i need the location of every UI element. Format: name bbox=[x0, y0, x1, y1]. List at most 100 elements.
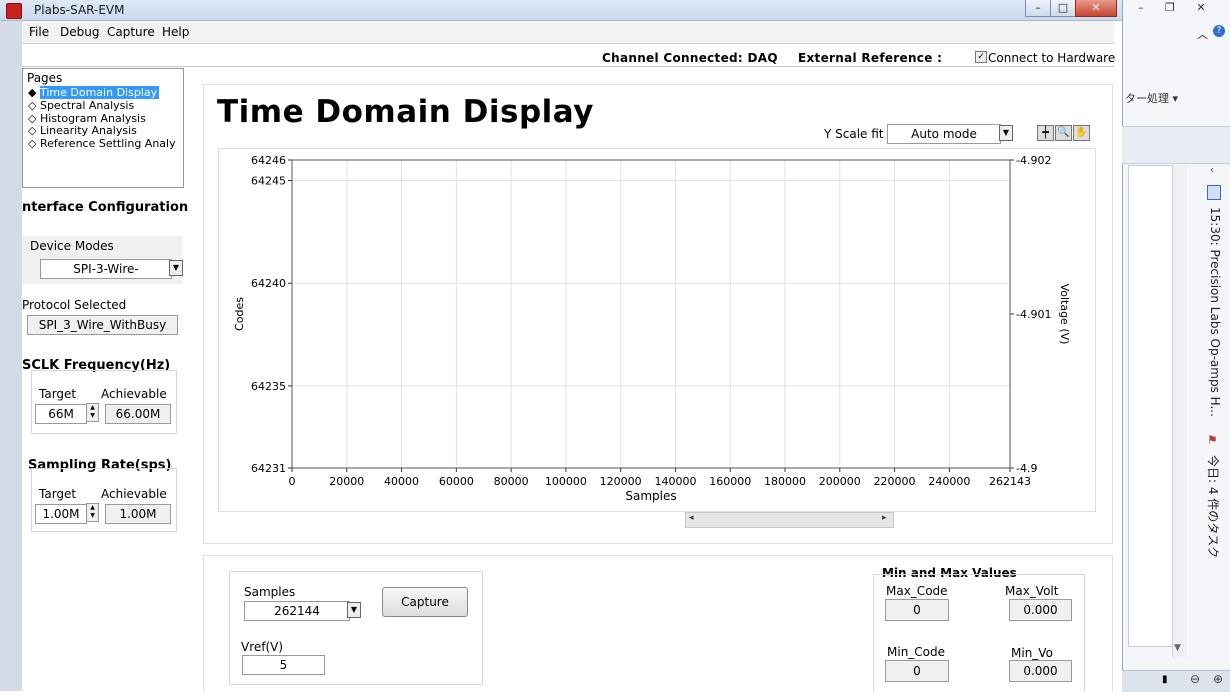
sampling-target-input[interactable]: 1.00M bbox=[35, 504, 87, 524]
max-volt-label: Max_Volt bbox=[1005, 584, 1059, 598]
page-item-label: Histogram Analysis bbox=[39, 111, 146, 125]
page-item[interactable]: ◇ Histogram Analysis bbox=[28, 112, 184, 125]
side-minimize-icon[interactable]: – bbox=[1138, 1, 1144, 14]
device-modes-dropdown-icon[interactable]: ▼ bbox=[169, 260, 183, 276]
app-icon bbox=[6, 3, 22, 19]
sclk-group bbox=[31, 370, 177, 434]
pan-tool-icon[interactable]: ✋ bbox=[1073, 125, 1090, 141]
menu-capture[interactable]: Capture bbox=[107, 25, 155, 39]
chart-scrollbar[interactable] bbox=[685, 512, 894, 528]
zoom-plus-icon[interactable]: ⊕ bbox=[1213, 672, 1223, 686]
protocol-label: Protocol Selected bbox=[22, 298, 127, 312]
page-item[interactable]: ◇ Linearity Analysis bbox=[28, 124, 184, 137]
page-item[interactable]: ◆ Time Domain Display bbox=[28, 86, 184, 99]
side-collapse-icon[interactable]: ︿ bbox=[1197, 26, 1208, 42]
x-tick-label: 220000 bbox=[874, 475, 916, 488]
y-tick-label: 64235 bbox=[251, 380, 286, 393]
side-ribbon-separator bbox=[1122, 126, 1230, 164]
bullet-icon: ◇ bbox=[28, 111, 40, 125]
maximize-button[interactable]: □ bbox=[1050, 0, 1076, 17]
y-axis-label: Codes bbox=[233, 297, 246, 331]
scroll-left-icon[interactable]: ◂ bbox=[689, 513, 694, 523]
x-tick-label: 20000 bbox=[329, 475, 364, 488]
y-tick-label: 64245 bbox=[251, 175, 286, 188]
zoom-tool-icon[interactable]: 🔍 bbox=[1055, 125, 1072, 141]
capture-button[interactable]: Capture bbox=[382, 587, 468, 617]
menu-file[interactable]: File bbox=[29, 25, 49, 39]
channel-status: Channel Connected: DAQ bbox=[602, 51, 778, 65]
x-tick-label: 240000 bbox=[928, 475, 970, 488]
page-title: Time Domain Display bbox=[217, 94, 594, 130]
minimize-button[interactable]: – bbox=[1025, 0, 1051, 17]
device-modes-select[interactable]: SPI-3-Wire- bbox=[40, 259, 172, 279]
x-tick-label: 262143 bbox=[989, 475, 1031, 488]
side-scroll-down-icon[interactable]: ▼ bbox=[1174, 643, 1181, 653]
status-bar bbox=[22, 44, 1114, 67]
vref-input[interactable]: 5 bbox=[242, 655, 325, 675]
samples-dropdown-icon[interactable]: ▼ bbox=[347, 602, 361, 618]
time-domain-chart[interactable]: 0 20000 40000 60000 80000 100000 120000 140000 1… bbox=[218, 148, 1094, 510]
yscale-label: Y Scale fit bbox=[824, 127, 884, 141]
side-filter-label[interactable]: ター処理 ▾ bbox=[1125, 90, 1178, 106]
menu-debug[interactable]: Debug bbox=[60, 25, 99, 39]
min-code-value: 0 bbox=[885, 660, 949, 682]
scroll-right-icon[interactable]: ▸ bbox=[882, 513, 887, 523]
bullet-icon: ◇ bbox=[28, 137, 40, 151]
sclk-spinner-icon[interactable]: ▲ ▼ bbox=[86, 403, 99, 422]
samples-select[interactable]: 262144 bbox=[244, 601, 350, 621]
y2-tick-label: -4.902 bbox=[1016, 154, 1051, 167]
side-event-text[interactable]: 15:30: Precision Labs Op-amps H... bbox=[1208, 207, 1222, 417]
sampling-achievable-value: 1.00M bbox=[105, 504, 171, 524]
menu-help[interactable]: Help bbox=[162, 25, 189, 39]
side-help-icon[interactable]: ? bbox=[1213, 25, 1225, 37]
calendar-icon bbox=[1207, 185, 1221, 200]
x-tick-label: 140000 bbox=[654, 475, 696, 488]
close-button[interactable]: ✕ bbox=[1075, 0, 1117, 17]
min-code-label: Min_Code bbox=[887, 645, 946, 659]
page-item[interactable]: ◇ Spectral Analysis bbox=[28, 99, 184, 112]
sampling-target-label: Target bbox=[39, 487, 77, 501]
sclk-target-input[interactable]: 66M bbox=[35, 404, 87, 424]
sclk-achievable-value: 66.00M bbox=[105, 404, 171, 424]
page-item-label: Linearity Analysis bbox=[39, 124, 137, 138]
x-tick-label: 200000 bbox=[819, 475, 861, 488]
window-title: Plabs-SAR-EVM bbox=[34, 3, 125, 17]
bullet-icon: ◇ bbox=[28, 124, 40, 138]
zoom-minus-icon[interactable]: ⊖ bbox=[1190, 672, 1200, 686]
yscale-dropdown-icon[interactable]: ▼ bbox=[999, 125, 1013, 141]
page-item[interactable]: ◇ Reference Settling Analy bbox=[28, 137, 184, 150]
device-modes-label: Device Modes bbox=[30, 239, 114, 253]
sclk-achievable-label: Achievable bbox=[101, 387, 167, 401]
side-expand-icon[interactable]: ‹ bbox=[1210, 165, 1214, 176]
y-tick-label: 64231 bbox=[251, 462, 286, 475]
window-border bbox=[0, 21, 22, 691]
yscale-select[interactable]: Auto mode bbox=[887, 124, 1001, 144]
y2-tick-label: -4.9 bbox=[1016, 462, 1037, 475]
x-axis-label: Samples bbox=[625, 489, 676, 503]
zoom-slider-thumb[interactable]: ▮ bbox=[1162, 674, 1168, 685]
plot-area bbox=[292, 160, 1010, 468]
x-tick-label: 100000 bbox=[545, 475, 587, 488]
y-tick-label: 64240 bbox=[251, 277, 286, 290]
side-scrollbar[interactable] bbox=[1172, 165, 1187, 657]
selected-bullet-icon: ◆ bbox=[28, 86, 40, 99]
page-item-label: Spectral Analysis bbox=[39, 98, 135, 112]
side-window-controls: – ❐ ✕ bbox=[1138, 1, 1228, 17]
min-volt-value: 0.000 bbox=[1009, 660, 1072, 682]
connect-label: Connect to Hardware bbox=[988, 51, 1116, 65]
sclk-target-label: Target bbox=[39, 387, 77, 401]
cursor-tool-icon[interactable]: ┿ bbox=[1037, 125, 1054, 141]
reference-status: External Reference : bbox=[798, 51, 943, 65]
protocol-value: SPI_3_Wire_WithBusy bbox=[27, 315, 178, 335]
side-restore-icon[interactable]: ❐ bbox=[1165, 1, 1175, 14]
side-task-text[interactable]: 今日: 4 件のタスク bbox=[1205, 455, 1222, 558]
max-volt-value: 0.000 bbox=[1009, 599, 1072, 621]
connect-checkbox[interactable]: ✓ bbox=[975, 51, 987, 63]
side-close-icon[interactable]: ✕ bbox=[1196, 1, 1205, 14]
sampling-achievable-label: Achievable bbox=[101, 487, 167, 501]
title-bar bbox=[0, 0, 1122, 21]
page-item-label: Time Domain Display bbox=[39, 86, 160, 99]
x-tick-label: 60000 bbox=[439, 475, 474, 488]
samples-label: Samples bbox=[244, 585, 296, 599]
sampling-spinner-icon[interactable]: ▲ ▼ bbox=[86, 503, 99, 522]
